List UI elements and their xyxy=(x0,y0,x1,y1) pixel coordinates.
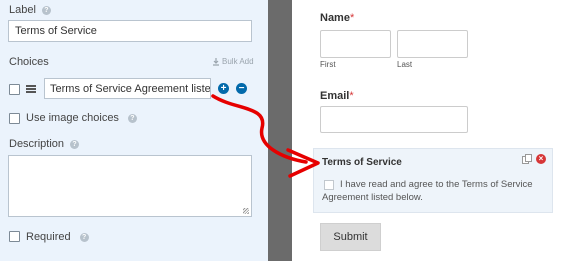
required-asterisk: * xyxy=(349,12,355,24)
help-icon[interactable]: ? xyxy=(127,113,137,123)
choice-input[interactable]: Terms of Service Agreement listed bel xyxy=(44,78,211,99)
add-choice-icon[interactable]: + xyxy=(218,83,229,94)
help-icon[interactable]: ? xyxy=(79,232,89,242)
choice-default-checkbox[interactable] xyxy=(9,84,20,95)
form-preview: Name* First Last Email* Terms of Service… xyxy=(292,0,562,261)
label-field-title: Label ? xyxy=(9,4,51,16)
image-choices-text: Use image choices xyxy=(26,112,119,124)
required-label: Required ? xyxy=(26,231,89,243)
drag-handle-icon[interactable] xyxy=(26,85,36,93)
download-icon xyxy=(213,57,219,66)
terms-title: Terms of Service xyxy=(322,157,402,168)
last-name-input[interactable] xyxy=(397,30,468,58)
image-choices-label: Use image choices ? xyxy=(26,112,137,124)
bulk-add-link[interactable]: Bulk Add xyxy=(212,57,254,66)
description-title: Description ? xyxy=(9,138,80,150)
remove-choice-icon[interactable]: − xyxy=(236,83,247,94)
terms-field-preview[interactable]: Terms of Service × I have read and agree… xyxy=(313,148,553,213)
field-options-panel: Label ? Terms of Service Choices Bulk Ad… xyxy=(0,0,268,261)
required-text: Required xyxy=(26,231,71,243)
first-name-input[interactable] xyxy=(320,30,391,58)
delete-icon[interactable]: × xyxy=(536,154,546,164)
description-textarea[interactable] xyxy=(8,155,252,217)
image-choices-checkbox[interactable] xyxy=(9,113,20,124)
email-label-text: Email xyxy=(320,90,350,102)
terms-text: I have read and agree to the Terms of Se… xyxy=(322,179,533,203)
choices-title-text: Choices xyxy=(9,56,49,68)
help-icon[interactable]: ? xyxy=(41,5,51,15)
label-input[interactable]: Terms of Service xyxy=(8,20,252,42)
email-label: Email* xyxy=(320,90,354,102)
resize-handle-icon[interactable] xyxy=(243,208,249,214)
choices-title: Choices xyxy=(9,56,49,68)
description-title-text: Description xyxy=(9,138,65,150)
first-sublabel: First xyxy=(320,60,336,69)
required-checkbox[interactable] xyxy=(9,231,20,242)
label-title-text: Label xyxy=(9,4,36,16)
panel-divider xyxy=(268,0,292,261)
last-sublabel: Last xyxy=(397,60,413,69)
label-input-value: Terms of Service xyxy=(15,25,97,37)
choice-input-value: Terms of Service Agreement listed bel xyxy=(50,82,211,95)
submit-button[interactable]: Submit xyxy=(320,223,381,251)
help-icon[interactable]: ? xyxy=(70,139,80,149)
email-input[interactable] xyxy=(320,106,468,133)
duplicate-icon[interactable] xyxy=(522,154,532,164)
name-label: Name* xyxy=(320,12,354,24)
required-asterisk: * xyxy=(349,90,354,102)
name-label-text: Name xyxy=(320,12,350,24)
bulk-add-label: Bulk Add xyxy=(222,57,254,66)
